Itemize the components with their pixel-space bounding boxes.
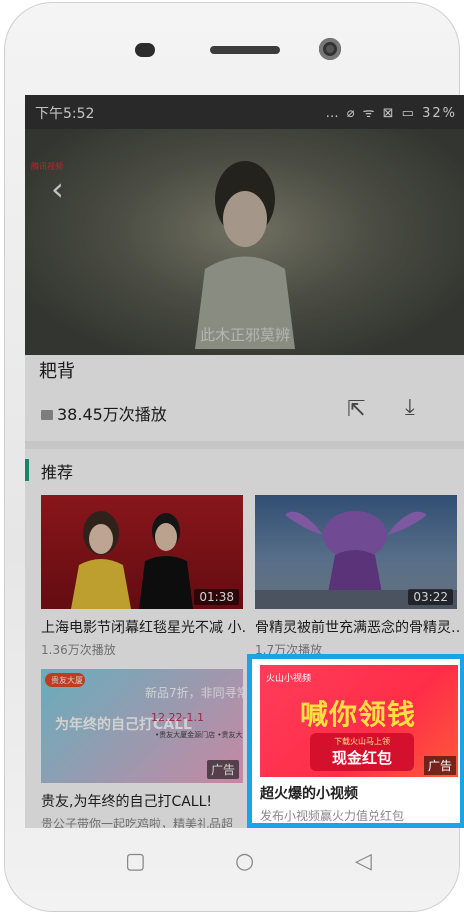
- video-subtitle: 此木正邪莫辨: [199, 326, 290, 344]
- video-player[interactable]: 腾讯视频 ‹ 此木正邪莫辨: [25, 129, 464, 355]
- ad-branches-text: •贵友大厦金源门店 •贵友大厦金源店 •贵友大厦通州店: [155, 730, 243, 739]
- play-count: 38.45万次播放: [41, 401, 167, 425]
- video-thumbnail: 01:38: [41, 495, 243, 609]
- ad-brand: 火山小视频: [266, 674, 312, 684]
- ad-card-meta: 贵公子带你一起吃鸡啦，精美礼品超: [41, 817, 234, 828]
- ad-cta-sub: 下载火山马上领: [334, 737, 390, 746]
- status-bar: 下午5:52 … ⌀ ᯤ ⊠ ▭ 32%: [25, 95, 464, 129]
- ad-headline: 喊你领钱: [300, 698, 417, 731]
- video-card-title: 上海电影节闭幕红毯星光不减 小…: [41, 620, 247, 636]
- home-icon[interactable]: ○: [235, 849, 254, 874]
- ad-card[interactable]: 贵友大厦 为年终的自己打CALL 新品7折，非同寻常 12.22-1.1 •贵友…: [41, 669, 243, 828]
- video-card-title: 骨精灵被前世充满恶念的骨精灵…: [255, 620, 461, 636]
- ad-tag: 广告: [423, 756, 456, 775]
- highlighted-ad-card[interactable]: 火山小视频 喊你领钱 下载火山马上领 现金红包 广告 超火爆的小视频 发布小视频…: [247, 654, 464, 828]
- ad-card-title: 超火爆的小视频: [260, 786, 358, 802]
- video-thumbnail: 03:22: [255, 495, 457, 609]
- ad-thumbnail: 贵友大厦 为年终的自己打CALL 新品7折，非同寻常 12.22-1.1 •贵友…: [41, 669, 243, 783]
- video-card-meta: 1.36万次播放: [41, 643, 116, 657]
- ad-brand-text: 贵友大厦: [51, 675, 83, 685]
- proximity-sensor: [135, 43, 155, 57]
- ad-card-meta: 发布小视频赢火力值兑红包: [260, 809, 405, 823]
- status-time: 下午5:52: [35, 106, 95, 122]
- download-icon[interactable]: ⤓: [405, 395, 431, 423]
- video-card[interactable]: 01:38 上海电影节闭幕红毯星光不减 小… 1.36万次播放: [41, 495, 247, 665]
- nav-bar: ▢ ○ ◁: [9, 829, 464, 895]
- ad-dates-text: 12.22-1.1: [151, 711, 204, 724]
- section-title: 推荐: [41, 463, 74, 482]
- play-icon: [41, 410, 53, 420]
- divider: [25, 441, 464, 449]
- video-title: 耙背: [39, 361, 75, 382]
- status-icons: … ⌀ ᯤ ⊠ ▭ 32%: [325, 106, 457, 121]
- back-arrow-icon[interactable]: ‹: [51, 169, 91, 209]
- duration-badge: 03:22: [408, 589, 453, 605]
- share-icon[interactable]: ⇱: [347, 397, 375, 423]
- duration-badge: 01:38: [194, 589, 239, 605]
- earpiece: [210, 46, 280, 54]
- phone-frame: 下午5:52 … ⌀ ᯤ ⊠ ▭ 32% 腾讯视频 ‹ 此木正邪莫辨 耙背 38…: [4, 2, 464, 912]
- recent-apps-icon[interactable]: ▢: [125, 849, 146, 874]
- section-accent-bar: [25, 459, 29, 481]
- ad-thumbnail: 火山小视频 喊你领钱 下载火山马上领 现金红包 广告: [260, 665, 458, 777]
- ad-cta-main: 现金红包: [331, 749, 392, 767]
- ad-promo-text: 新品7折，非同寻常: [145, 685, 243, 700]
- ad-tag: 广告: [206, 760, 239, 779]
- ad-cta-pill: 下载火山马上领 现金红包: [310, 733, 414, 771]
- ad-card-title: 贵友,为年终的自己打CALL!: [41, 794, 213, 810]
- front-camera: [319, 38, 341, 60]
- screen: 下午5:52 … ⌀ ᯤ ⊠ ▭ 32% 腾讯视频 ‹ 此木正邪莫辨 耙背 38…: [25, 95, 464, 828]
- play-count-text: 38.45万次播放: [57, 405, 167, 424]
- video-card[interactable]: 03:22 骨精灵被前世充满恶念的骨精灵… 1.7万次播放: [255, 495, 461, 665]
- back-icon[interactable]: ◁: [355, 849, 372, 874]
- video-frame-figure: [195, 161, 295, 349]
